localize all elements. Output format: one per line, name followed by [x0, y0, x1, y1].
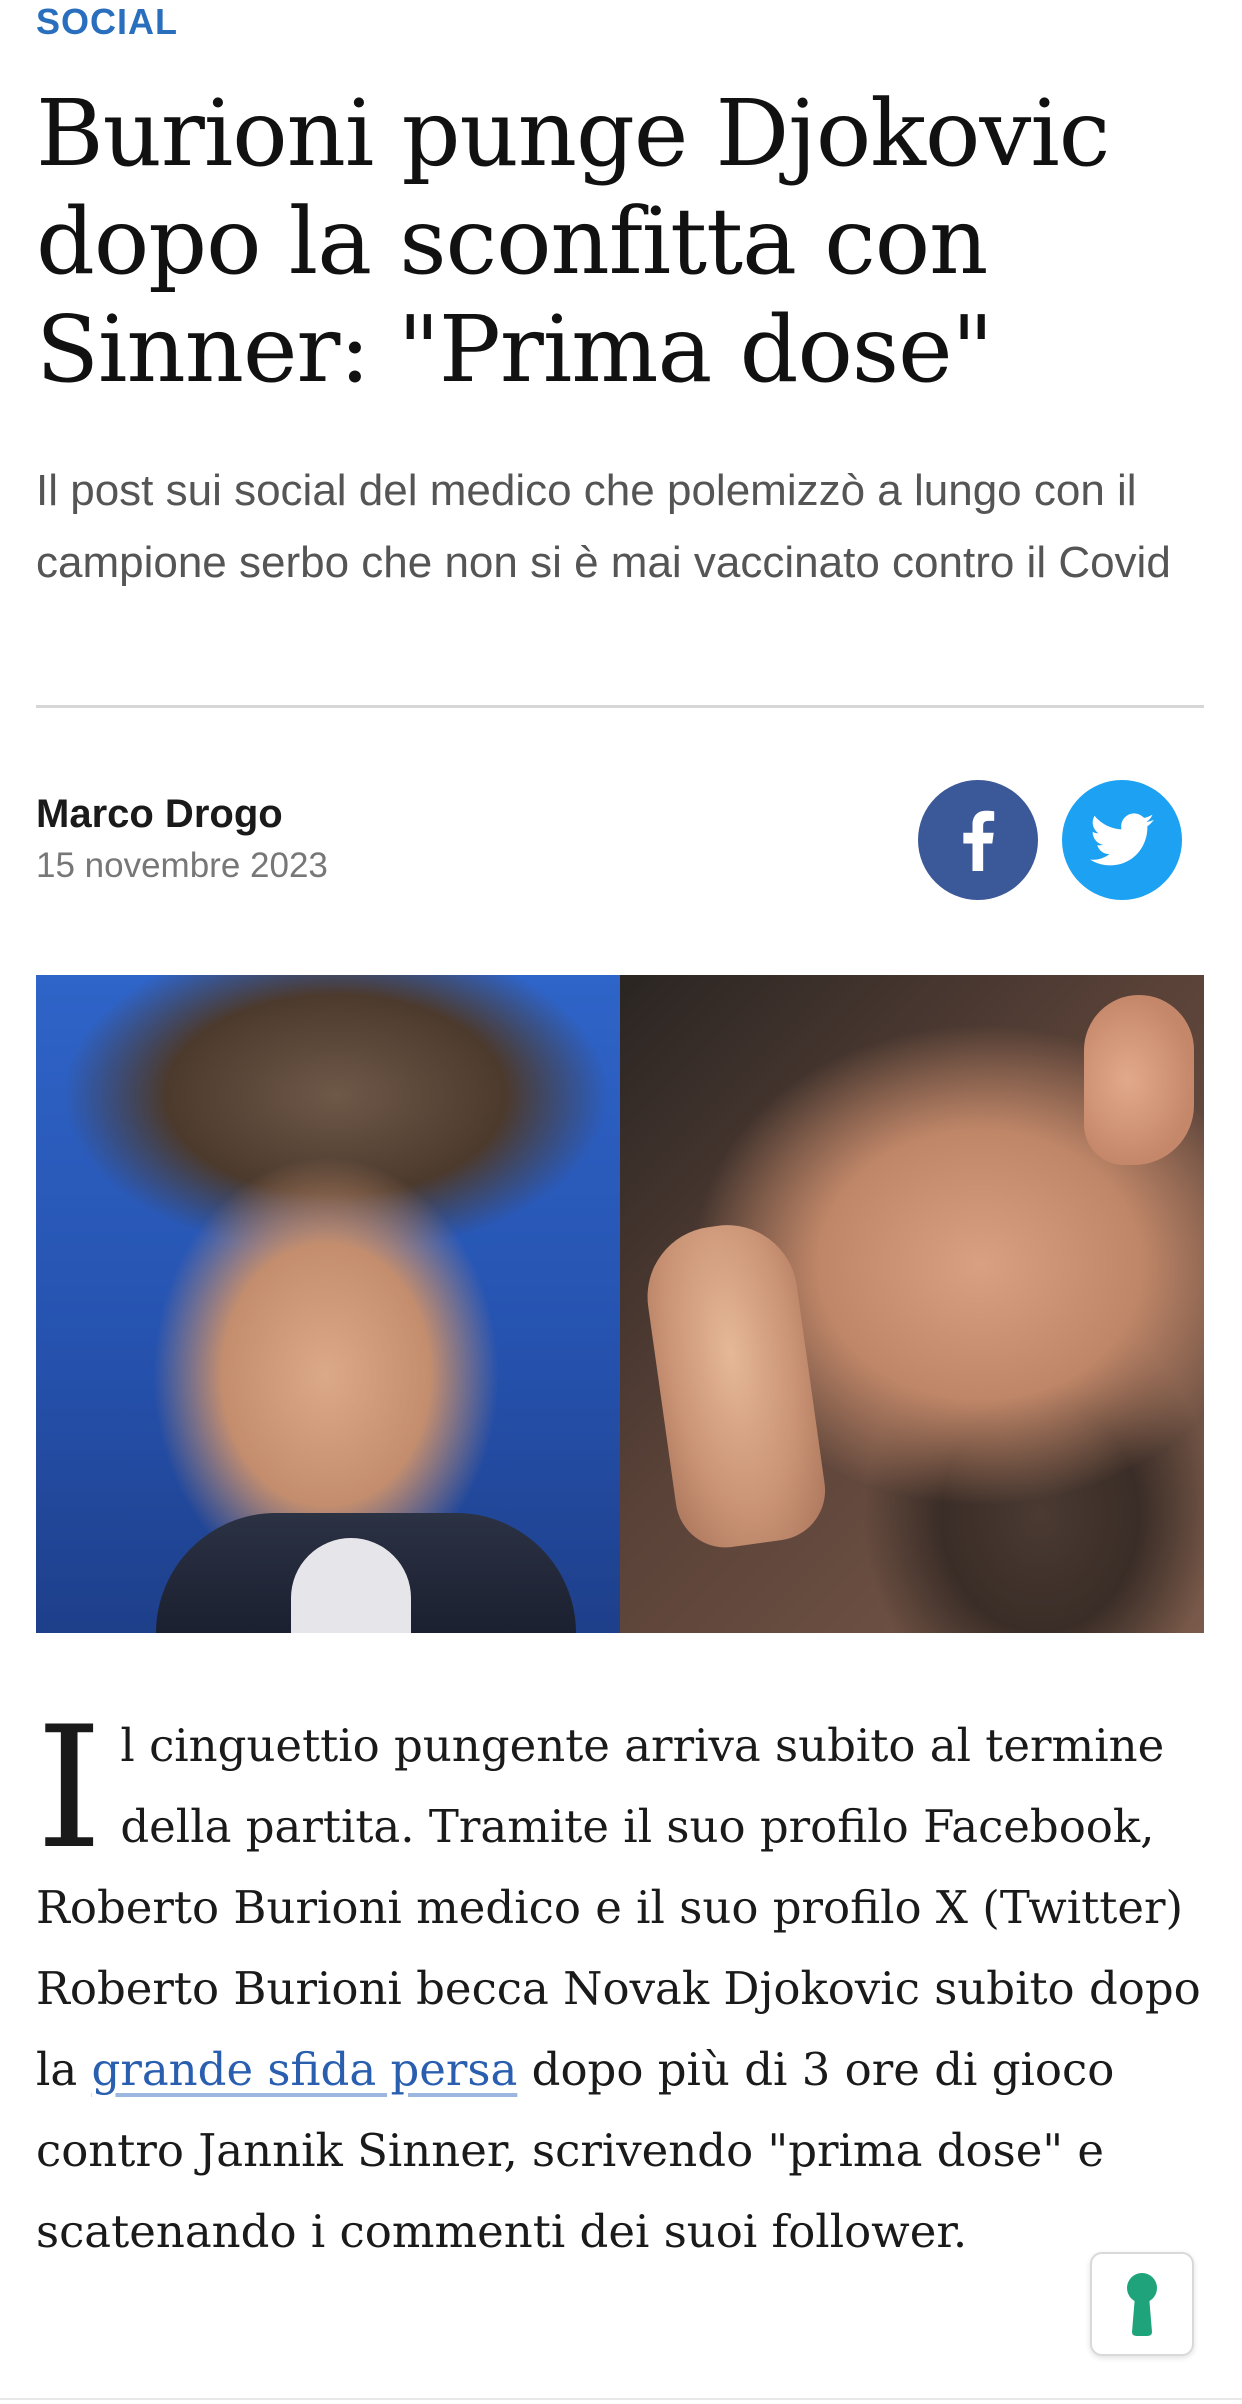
- facebook-share-button[interactable]: [918, 780, 1038, 900]
- publish-date: 15 novembre 2023: [36, 846, 328, 885]
- article-headline: Burioni punge Djokovic dopo la sconfitta…: [36, 80, 1110, 403]
- divider: [36, 705, 1204, 708]
- facebook-icon: [963, 810, 995, 871]
- keyhole-icon: [1127, 2273, 1157, 2336]
- drop-cap: I: [36, 1690, 103, 1886]
- section-label[interactable]: SOCIAL: [36, 0, 178, 44]
- author-name[interactable]: Marco Drogo: [36, 790, 283, 838]
- article-body: Il cinguettio pungente arriva subito al …: [36, 1690, 1204, 2272]
- article-hero-image: [36, 975, 1204, 1633]
- body-text-start: l cinguettio pungente arriva subito al t…: [36, 1719, 1201, 2096]
- related-article-link[interactable]: grande sfida persa: [92, 2043, 518, 2096]
- twitter-share-button[interactable]: [1062, 780, 1182, 900]
- hand-shape: [638, 1216, 832, 1554]
- djokovic-photo: [620, 975, 1204, 1633]
- ear-shape: [1084, 995, 1194, 1165]
- bottom-divider: [0, 2398, 1242, 2400]
- article-subtitle: Il post sui social del medico che polemi…: [36, 466, 1171, 587]
- privacy-button[interactable]: [1090, 2252, 1194, 2356]
- twitter-icon: [1090, 813, 1154, 866]
- burioni-photo: [36, 975, 620, 1633]
